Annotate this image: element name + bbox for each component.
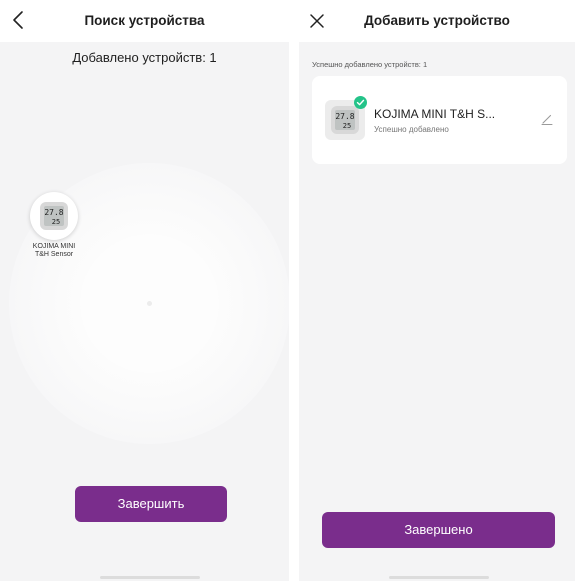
device-status: Успешно добавлено [374, 125, 449, 134]
finish-button[interactable]: Завершить [75, 486, 227, 522]
home-indicator [100, 576, 200, 579]
page-title: Поиск устройства [84, 13, 205, 28]
svg-text:25: 25 [52, 218, 60, 226]
added-devices-count: Добавлено устройств: 1 [72, 50, 217, 65]
device-search-screen: Поиск устройства Добавлено устройств: 1 … [0, 0, 289, 581]
page-title: Добавить устройство [364, 13, 510, 28]
top-bar: Добавить устройство [299, 0, 575, 42]
svg-text:27.8: 27.8 [44, 208, 63, 217]
added-device-card[interactable]: 27.8 25 KOJIMA MINI T&H S... Успешно доб… [312, 76, 567, 164]
found-device-avatar: 27.8 25 [30, 192, 78, 240]
done-button[interactable]: Завершено [322, 512, 555, 548]
edit-pencil-icon[interactable] [540, 112, 554, 126]
success-caption: Успешно добавлено устройств: 1 [312, 60, 428, 69]
add-device-screen: Добавить устройство Успешно добавлено ус… [299, 0, 575, 581]
radar-center [147, 301, 152, 306]
device-name: KOJIMA MINI T&H S... [374, 107, 496, 121]
success-check-badge [354, 96, 367, 109]
found-device[interactable]: 27.8 25 KOJIMA MINI T&H Sensor [22, 192, 86, 259]
svg-text:27.8: 27.8 [335, 112, 354, 121]
home-indicator [389, 576, 489, 579]
svg-text:25: 25 [343, 122, 351, 130]
top-bar: Поиск устройства [0, 0, 289, 42]
thermometer-device-icon: 27.8 25 [40, 202, 68, 230]
found-device-label: KOJIMA MINI T&H Sensor [32, 243, 76, 258]
check-icon [356, 99, 365, 106]
